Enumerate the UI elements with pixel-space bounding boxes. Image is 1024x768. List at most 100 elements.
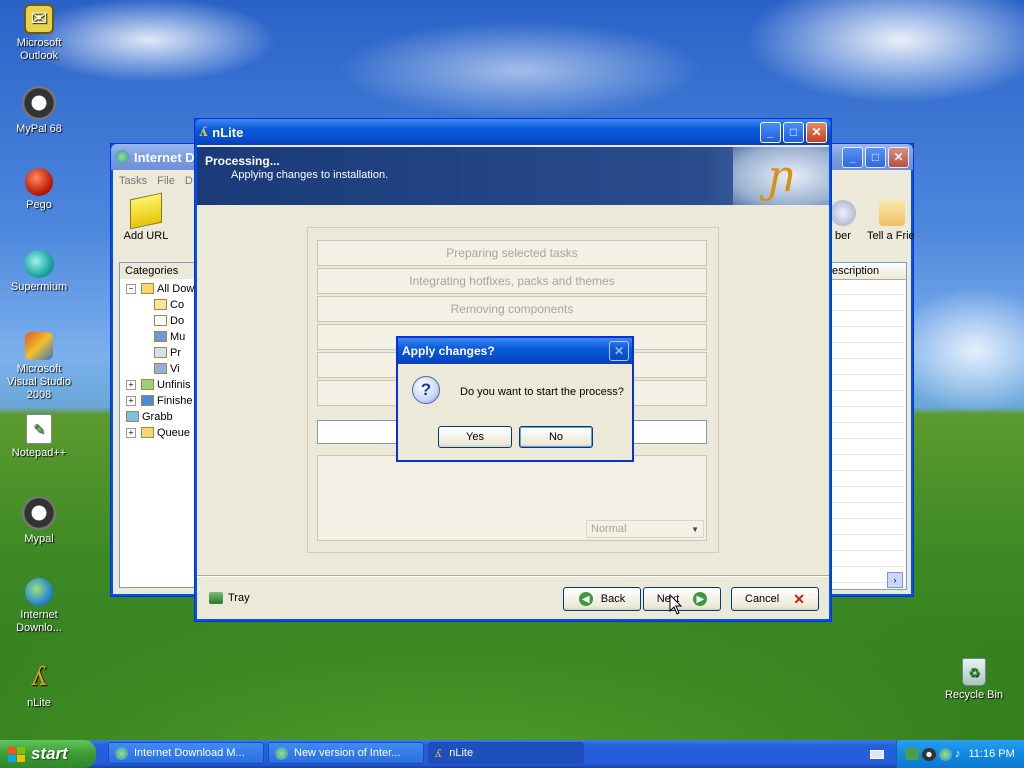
clock[interactable]: 11:16 PM [969, 748, 1015, 760]
tree-item[interactable]: Do [154, 313, 184, 328]
menu-item-file[interactable]: File [157, 175, 175, 187]
desktop-icon-label: Microsoft Visual Studio 2008 [6, 363, 71, 401]
window-title: Internet D [134, 149, 195, 165]
desktop-icon-idm[interactable]: Internet Downlo... [1, 578, 77, 635]
desktop-icon-mypal68[interactable]: MyPal 68 [1, 86, 77, 136]
tree-item[interactable]: Grabb [126, 409, 173, 424]
tree-item[interactable]: − All Dow [126, 281, 194, 296]
menu-item-tasks[interactable]: Tasks [119, 175, 147, 187]
step-row: Removing components [317, 296, 707, 322]
start-button[interactable]: start [0, 740, 96, 768]
categories-pane: Categories − All Dow Co Do Mu Pr Vi + Unfinis + Fi… [119, 262, 197, 588]
desktop-icon-supermium[interactable]: Supermium [1, 250, 77, 294]
taskbar-item-label: nLite [449, 747, 474, 759]
desktop-icon-pego[interactable]: Pego [1, 168, 77, 212]
cancel-button[interactable]: Cancel ✕ [731, 587, 819, 611]
maximize-button[interactable]: □ [865, 146, 886, 168]
priority-dropdown[interactable]: Normal ▼ [586, 520, 704, 538]
add-url-button[interactable]: Add URL [121, 192, 171, 242]
folder-icon [126, 411, 139, 422]
mouse-cursor-icon [669, 594, 683, 615]
keyboard-icon[interactable] [870, 750, 884, 759]
folder-icon [154, 315, 167, 326]
tree-expander-icon[interactable]: − [126, 283, 136, 294]
column-header-description[interactable]: escription [830, 263, 906, 280]
recycle-bin-icon: ♻ [962, 658, 986, 686]
yes-button[interactable]: Yes [438, 426, 512, 448]
tray-raccoon-icon[interactable] [922, 747, 936, 761]
tree-item-label: Queue [157, 426, 191, 439]
tree-item-label: Vi [170, 362, 180, 375]
nlite-icon: ʎ [435, 746, 442, 760]
tray-icon [209, 592, 223, 604]
minimize-button[interactable]: _ [842, 146, 863, 168]
nlite-titlebar[interactable]: ʎ nLite _ □ ✕ [195, 119, 831, 145]
tree-expander-icon[interactable]: + [126, 395, 136, 406]
close-button[interactable]: ✕ [806, 121, 827, 143]
desktop-icon-nlite[interactable]: ʎ nLite [1, 660, 77, 710]
tree-item[interactable]: + Queue [126, 425, 190, 440]
tray-label: Tray [228, 592, 250, 604]
minimize-button[interactable]: _ [760, 121, 781, 143]
desktop-icon-recycle-bin[interactable]: ♻ Recycle Bin [936, 658, 1012, 702]
tree-expander-icon[interactable]: + [126, 427, 136, 438]
tray-idm-icon[interactable] [939, 747, 952, 761]
download-list: escription [829, 262, 907, 590]
scroll-right-arrow[interactable]: › [887, 572, 903, 588]
no-button[interactable]: No [519, 426, 593, 448]
window-title: nLite [212, 124, 244, 140]
no-label: No [548, 431, 564, 443]
raccoon-icon [22, 86, 56, 120]
apply-changes-dialog[interactable]: Apply changes? ✕ ? Do you want to start … [396, 336, 634, 462]
dialog-close-button[interactable]: ✕ [609, 341, 629, 361]
step-row: Integrating hotfixes, packs and themes [317, 268, 707, 294]
tray-network-icon[interactable] [905, 748, 919, 760]
desktop-icon-outlook[interactable]: ✉ Microsoft Outlook [1, 4, 77, 63]
tree-item[interactable]: Mu [154, 329, 185, 344]
dialog-titlebar[interactable]: Apply changes? ✕ [398, 338, 632, 364]
desktop-icon-visual-studio[interactable]: Microsoft Visual Studio 2008 [1, 332, 77, 402]
taskbar-item-new-version[interactable]: New version of Inter... [268, 742, 424, 764]
tray-volume-icon[interactable]: ♪ [955, 748, 961, 760]
tree-item[interactable]: Pr [154, 345, 181, 360]
header-title: Processing... [205, 154, 280, 168]
tell-a-friend-icon [879, 200, 905, 226]
desktop-icon-label: Recycle Bin [944, 689, 1004, 701]
desktop-icon-notepadpp[interactable]: ✎ Notepad++ [1, 414, 77, 460]
tree-expander-icon[interactable]: + [126, 379, 136, 390]
idm-globe-icon [25, 578, 53, 606]
toolbar-label: Tell a Frie [867, 230, 915, 242]
desktop-icon-label: Internet Downlo... [16, 609, 62, 634]
folder-icon [141, 379, 154, 390]
question-icon: ? [412, 376, 440, 404]
nlite-header: Processing... Applying changes to instal… [197, 147, 829, 205]
tree-item[interactable]: Co [154, 297, 184, 312]
idm-globe-icon [275, 746, 288, 760]
desktop-icon-mypal[interactable]: Mypal [1, 496, 77, 546]
taskbar-item-nlite[interactable]: ʎ nLite [428, 742, 584, 764]
tray-button[interactable]: Tray [209, 587, 263, 609]
menu-item-downloads[interactable]: D [185, 175, 193, 187]
toolbar-label: ber [835, 230, 851, 242]
tree-item[interactable]: + Unfinis [126, 377, 191, 392]
buttons-divider [197, 575, 829, 577]
taskbar-item-idm[interactable]: Internet Download M... [108, 742, 264, 764]
step-row: Preparing selected tasks [317, 240, 707, 266]
tree-item-label: Pr [170, 346, 181, 359]
desktop-icon-label: nLite [27, 697, 51, 709]
tree-item-label: Unfinis [157, 378, 191, 391]
notepadpp-icon: ✎ [26, 414, 52, 444]
close-button[interactable]: ✕ [888, 146, 909, 168]
idm-globe-icon [115, 746, 128, 760]
tell-a-friend-button[interactable]: Tell a Frie [867, 200, 915, 242]
yes-label: Yes [466, 431, 484, 443]
tree-item[interactable]: Vi [154, 361, 180, 376]
nlite-icon: ʎ [31, 661, 47, 692]
back-button[interactable]: ◀ Back [563, 587, 641, 611]
tree-item[interactable]: + Finishe [126, 393, 192, 408]
priority-value: Normal [591, 523, 627, 535]
nlite-icon: ʎ [199, 124, 208, 140]
scheduler-icon [830, 200, 856, 226]
maximize-button[interactable]: □ [783, 121, 804, 143]
folder-icon [154, 363, 167, 374]
